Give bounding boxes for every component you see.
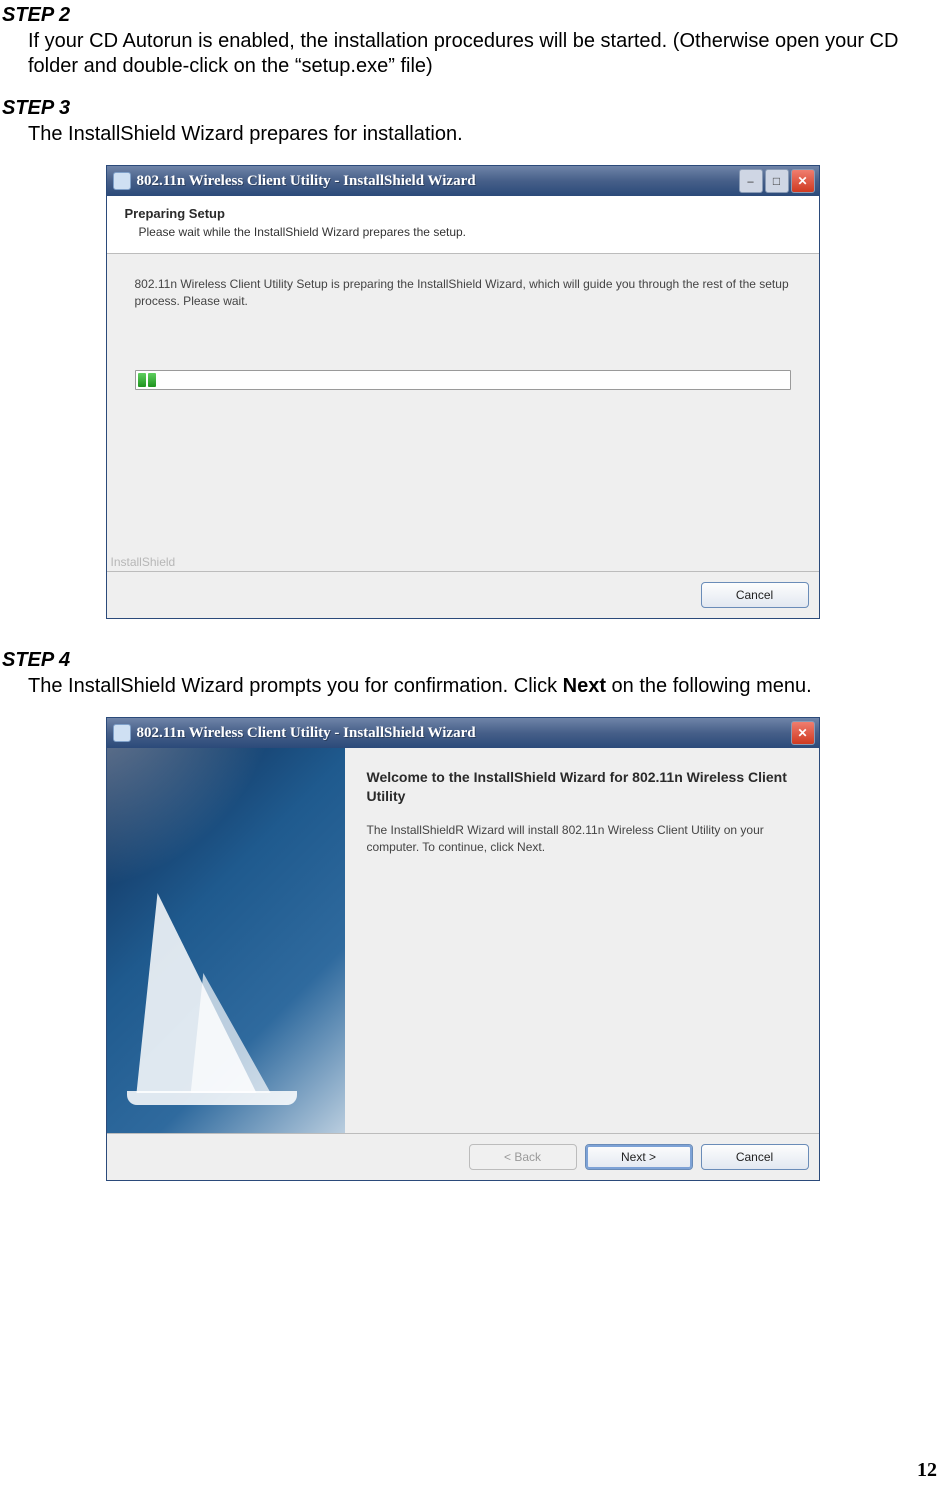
- cancel-button[interactable]: Cancel: [701, 1144, 809, 1170]
- back-button: < Back: [469, 1144, 577, 1170]
- dialog1-footer: Cancel: [107, 571, 819, 618]
- dialog1-body: 802.11n Wireless Client Utility Setup is…: [107, 254, 819, 571]
- wizard-side-graphic: [107, 748, 345, 1133]
- installshield-welcome-dialog: 802.11n Wireless Client Utility - Instal…: [106, 717, 820, 1181]
- step3-heading: STEP 3: [2, 97, 923, 120]
- next-button[interactable]: Next >: [585, 1144, 693, 1170]
- dialog1-titlebar: 802.11n Wireless Client Utility - Instal…: [107, 166, 819, 196]
- step4-body: The InstallShield Wizard prompts you for…: [28, 674, 923, 699]
- dialog1-header: Preparing Setup Please wait while the In…: [107, 196, 819, 254]
- progress-segment: [148, 373, 156, 387]
- app-icon: [113, 724, 131, 742]
- app-icon: [113, 172, 131, 190]
- dialog1-header-sub: Please wait while the InstallShield Wiza…: [125, 225, 801, 239]
- dialog2-main: Welcome to the InstallShield Wizard for …: [345, 748, 819, 1133]
- dialog1-title: 802.11n Wireless Client Utility - Instal…: [137, 173, 739, 190]
- maximize-button[interactable]: □: [765, 169, 789, 193]
- close-button[interactable]: ✕: [791, 169, 815, 193]
- step4-heading: STEP 4: [2, 649, 923, 672]
- sail-graphic: [190, 973, 283, 1093]
- minimize-button[interactable]: –: [739, 169, 763, 193]
- step4-body-suffix: on the following menu.: [606, 675, 812, 697]
- dialog2-title: 802.11n Wireless Client Utility - Instal…: [137, 725, 791, 742]
- step4-body-prefix: The InstallShield Wizard prompts you for…: [28, 675, 563, 697]
- installshield-watermark: InstallShield: [111, 555, 176, 569]
- progress-segment: [138, 373, 146, 387]
- installshield-preparing-dialog: 802.11n Wireless Client Utility - Instal…: [106, 165, 820, 619]
- close-button[interactable]: ✕: [791, 721, 815, 745]
- step2-body: If your CD Autorun is enabled, the insta…: [28, 29, 923, 79]
- hull-graphic: [127, 1091, 297, 1105]
- step2-heading: STEP 2: [2, 4, 923, 27]
- dialog2-welcome-title: Welcome to the InstallShield Wizard for …: [367, 768, 797, 806]
- step4-body-bold: Next: [563, 675, 606, 697]
- dialog1-header-title: Preparing Setup: [125, 206, 801, 221]
- progress-bar: [135, 370, 791, 390]
- dialog2-body: Welcome to the InstallShield Wizard for …: [107, 748, 819, 1133]
- page-number: 12: [917, 1459, 937, 1482]
- step3-body: The InstallShield Wizard prepares for in…: [28, 122, 923, 147]
- dialog1-message: 802.11n Wireless Client Utility Setup is…: [135, 276, 791, 310]
- dialog2-titlebar: 802.11n Wireless Client Utility - Instal…: [107, 718, 819, 748]
- dialog2-footer: < Back Next > Cancel: [107, 1133, 819, 1180]
- cancel-button[interactable]: Cancel: [701, 582, 809, 608]
- dialog2-welcome-text: The InstallShieldR Wizard will install 8…: [367, 822, 797, 856]
